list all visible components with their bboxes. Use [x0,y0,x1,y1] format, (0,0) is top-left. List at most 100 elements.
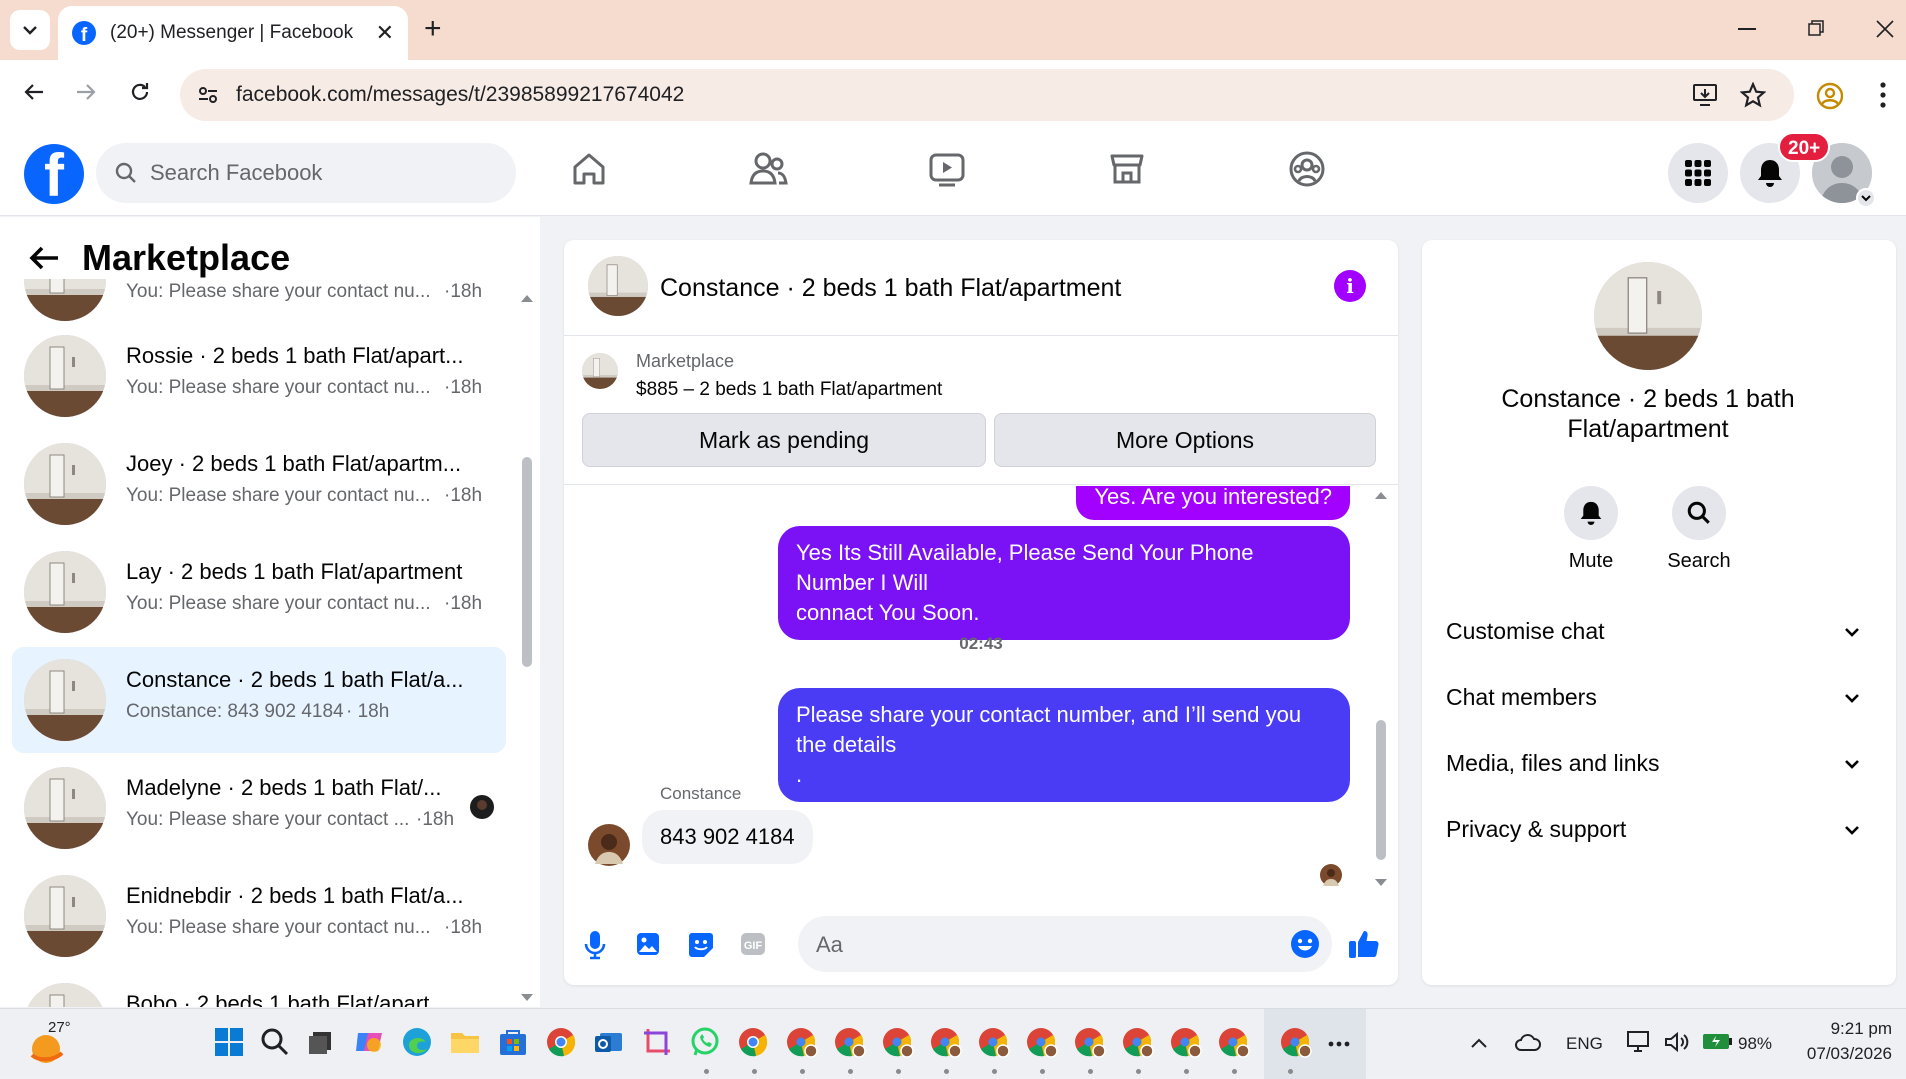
battery-charging-icon[interactable] [1702,1031,1734,1051]
facebook-logo[interactable]: f [24,144,84,204]
conversation-row-active[interactable]: Constance · 2 beds 1 bath Flat/a... Cons… [12,647,506,753]
omnibox[interactable]: facebook.com/messages/t/2398589921767404… [180,69,1794,121]
mute-button[interactable]: Mute [1546,486,1636,573]
emoji-icon[interactable] [1290,929,1320,959]
outgoing-message[interactable]: Yes Its Still Available, Please Send You… [778,526,1350,640]
menu-button[interactable] [1668,143,1728,203]
conversation-row[interactable]: Rossie · 2 beds 1 bath Flat/apart... You… [12,323,506,429]
outgoing-message[interactable]: Yes. Are you interested? [1076,486,1350,520]
home-icon[interactable] [570,150,608,188]
outlook-icon[interactable] [592,1025,626,1059]
copilot-icon[interactable] [352,1025,386,1059]
incoming-message[interactable]: 843 902 4184 [642,810,813,864]
list-scrollbar[interactable] [522,457,532,667]
conversation-row[interactable]: Enidnebdir · 2 beds 1 bath Flat/a... You… [12,863,506,969]
photo-icon[interactable] [636,932,660,956]
message-input[interactable]: Aa [798,916,1332,972]
volume-icon[interactable] [1664,1031,1690,1053]
windows-start-icon[interactable] [212,1025,246,1059]
chrome-profile-icon[interactable] [784,1025,818,1059]
microsoft-store-icon[interactable] [496,1025,530,1059]
privacy-support-section[interactable]: Privacy & support [1446,816,1860,843]
forward-arrow-icon[interactable] [74,80,98,104]
minimize-icon[interactable] [1738,28,1756,30]
bookmark-star-icon[interactable] [1740,82,1766,108]
close-window-icon[interactable] [1876,20,1894,38]
scroll-up-icon[interactable] [520,293,534,303]
reload-icon[interactable] [128,80,152,104]
snipping-tool-icon[interactable] [640,1025,674,1059]
mark-as-pending-button[interactable]: Mark as pending [582,413,986,467]
profile-icon[interactable] [1816,82,1844,110]
system-clock[interactable]: 9:21 pm 07/03/2026 [1792,1019,1892,1064]
chrome-profile-icon[interactable] [1120,1025,1154,1059]
account-chevron-icon[interactable] [1856,188,1876,208]
friends-icon[interactable] [748,150,788,188]
bell-icon [1758,160,1782,187]
whatsapp-icon[interactable] [688,1025,722,1059]
chat-members-section[interactable]: Chat members [1446,684,1860,711]
input-language[interactable]: ENG [1566,1034,1603,1054]
scroll-down-icon[interactable] [1374,878,1388,888]
search-in-conversation-button[interactable]: Search [1654,486,1744,573]
edge-browser-icon[interactable] [400,1025,434,1059]
outgoing-message[interactable]: Please share your contact number, and I’… [778,688,1350,802]
more-options-button[interactable]: More Options [994,413,1376,467]
scroll-up-icon[interactable] [1374,490,1388,500]
chrome-profile-icon[interactable] [832,1025,866,1059]
active-chrome-window[interactable] [1264,1009,1366,1079]
chrome-icon[interactable] [544,1025,578,1059]
back-arrow-icon[interactable] [22,80,46,104]
listing-small-thumbnail[interactable] [582,353,618,389]
chat-avatar[interactable] [588,256,648,316]
message-line: Yes Its Still Available, Please Send You… [796,540,1254,595]
file-explorer-icon[interactable] [448,1025,482,1059]
install-app-icon[interactable] [1692,82,1718,108]
site-settings-icon[interactable] [196,83,220,107]
conversation-row[interactable]: Joey · 2 beds 1 bath Flat/apartm... You:… [12,431,506,537]
restore-icon[interactable] [1808,20,1824,36]
chat-title[interactable]: Constance · 2 beds 1 bath Flat/apartment [660,274,1121,303]
onedrive-cloud-icon[interactable] [1514,1031,1542,1053]
chrome-profile-icon[interactable] [1024,1025,1058,1059]
thread-scrollbar[interactable] [1376,720,1386,860]
scroll-down-icon[interactable] [520,993,534,1003]
gif-icon[interactable]: GIF [740,932,766,956]
video-icon[interactable] [928,150,966,188]
info-icon[interactable]: i [1334,270,1366,302]
marketplace-icon[interactable] [1108,150,1146,188]
chrome-profile-icon[interactable] [976,1025,1010,1059]
weather-widget[interactable]: 27° [28,1019,71,1065]
microphone-icon[interactable] [584,930,606,960]
task-view-icon[interactable] [304,1025,338,1059]
chrome-icon[interactable] [736,1025,770,1059]
contact-large-avatar[interactable] [1594,262,1702,370]
message-thread[interactable]: Yes. Are you interested? Yes Its Still A… [564,486,1398,902]
chrome-profile-icon[interactable] [1216,1025,1250,1059]
back-arrow-icon[interactable] [28,244,60,272]
conversation-scroll-area[interactable]: You: Please share your contact nu... ·18… [0,279,520,1007]
search-facebook-input[interactable]: Search Facebook [96,143,516,203]
taskbar-search-icon[interactable] [258,1025,292,1059]
tab-search-button[interactable] [10,10,50,50]
like-thumbs-up-icon[interactable] [1348,928,1380,960]
listing-title[interactable]: $885 – 2 beds 1 bath Flat/apartment [636,379,942,401]
media-files-links-section[interactable]: Media, files and links [1446,750,1860,777]
show-hidden-icons-chevron[interactable] [1470,1037,1488,1049]
customise-chat-section[interactable]: Customise chat [1446,618,1860,645]
browser-tab-messenger[interactable]: f (20+) Messenger | Facebook ✕ [58,6,408,60]
browser-menu-icon[interactable] [1880,82,1886,108]
close-tab-icon[interactable]: ✕ [376,20,394,46]
conversation-row[interactable]: Lay · 2 beds 1 bath Flat/apartment You: … [12,539,506,645]
sticker-icon[interactable] [688,932,714,958]
conversation-row-partial-bottom[interactable]: Bobo · 2 beds 1 bath Flat/apart... [12,971,506,1007]
groups-icon[interactable] [1288,150,1326,188]
chrome-profile-icon[interactable] [1168,1025,1202,1059]
conversation-row[interactable]: Madelyne · 2 beds 1 bath Flat/... You: P… [12,755,506,861]
new-tab-button[interactable]: + [424,14,442,44]
chrome-profile-icon[interactable] [1072,1025,1106,1059]
sender-avatar[interactable] [588,824,630,866]
chrome-profile-icon[interactable] [928,1025,962,1059]
network-display-icon[interactable] [1626,1030,1652,1054]
chrome-profile-icon[interactable] [880,1025,914,1059]
